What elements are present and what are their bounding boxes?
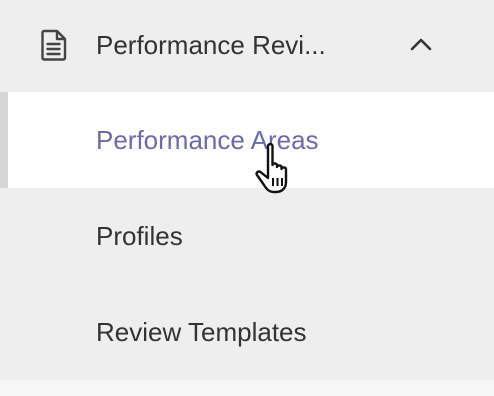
document-icon xyxy=(41,29,67,61)
submenu-item-profiles[interactable]: Profiles xyxy=(0,188,494,284)
submenu-item-label: Review Templates xyxy=(96,317,307,347)
sidebar-submenu: Performance Revi... Performance Areas Pr… xyxy=(0,0,494,396)
menu-group-performance-reviews[interactable]: Performance Revi... xyxy=(0,0,494,92)
menu-group-label: Performance Revi... xyxy=(96,30,326,60)
submenu-item-label: Profiles xyxy=(96,221,183,251)
chevron-up-icon[interactable] xyxy=(408,34,434,54)
submenu-item-label: Performance Areas xyxy=(96,125,319,155)
submenu-item-review-templates[interactable]: Review Templates xyxy=(0,284,494,380)
active-indicator xyxy=(0,92,8,188)
submenu-item-performance-areas[interactable]: Performance Areas xyxy=(0,92,494,188)
divider xyxy=(0,380,494,396)
